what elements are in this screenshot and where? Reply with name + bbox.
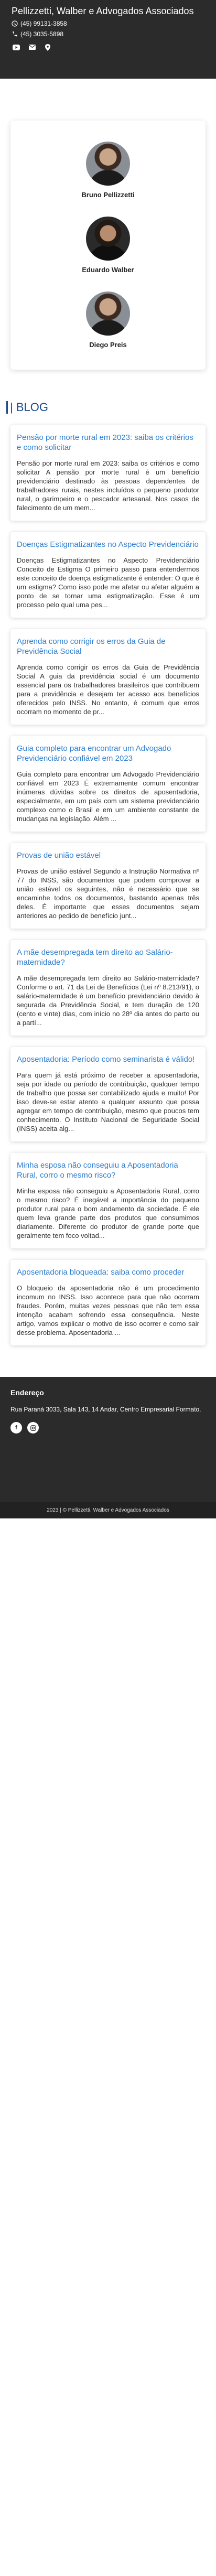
post-title-link[interactable]: Aposentadoria bloqueada: saiba como proc… — [17, 1267, 199, 1277]
phone2-contact[interactable]: (45) 3035-5898 — [12, 30, 204, 38]
blog-post-card[interactable]: Aposentadoria: Período como seminarista … — [10, 1047, 206, 1141]
blog-post-card[interactable]: Pensão por morte rural em 2023: saiba os… — [10, 425, 206, 521]
site-footer: Endereço Rua Paraná 3033, Sala 143, 14 A… — [0, 1377, 216, 1518]
phone-contact[interactable]: (45) 99131-3858 — [12, 20, 204, 27]
whatsapp-icon — [12, 20, 18, 27]
post-title-link[interactable]: A mãe desempregada tem direito ao Salári… — [17, 947, 199, 967]
post-title-link[interactable]: Aposentadoria: Período como seminarista … — [17, 1054, 199, 1064]
post-title-link[interactable]: Pensão por morte rural em 2023: saiba os… — [17, 433, 199, 452]
footer-social-links: f — [10, 1422, 206, 1433]
post-excerpt: Guia completo para encontrar um Advogado… — [17, 770, 199, 823]
brand-title[interactable]: Pellizzetti, Walber e Advogados Associad… — [12, 5, 204, 17]
team-card: Bruno Pellizzetti Eduardo Walber Diego P… — [10, 121, 206, 370]
team-member: Eduardo Walber — [10, 206, 206, 281]
member-name: Bruno Pellizzetti — [81, 191, 135, 199]
site-header: Pellizzetti, Walber e Advogados Associad… — [0, 0, 216, 79]
post-excerpt: Aprenda como corrigir os erros da Guia d… — [17, 663, 199, 716]
blog-post-card[interactable]: Provas de união estável Provas de união … — [10, 843, 206, 929]
avatar — [86, 292, 130, 336]
post-excerpt: Minha esposa não conseguiu a Aposentador… — [17, 1187, 199, 1240]
post-title-link[interactable]: Minha esposa não conseguiu a Aposentador… — [17, 1160, 199, 1180]
avatar — [86, 142, 130, 186]
post-excerpt: Para quem já está próximo de receber a a… — [17, 1071, 199, 1133]
phone-icon — [12, 31, 18, 37]
blog-post-card[interactable]: Aprenda como corrigir os erros da Guia d… — [10, 629, 206, 725]
post-title-link[interactable]: Doenças Estigmatizantes no Aspecto Previ… — [17, 540, 199, 549]
team-member: Bruno Pellizzetti — [10, 131, 206, 206]
instagram-icon[interactable] — [27, 1422, 39, 1433]
phone-number: (45) 99131-3858 — [20, 20, 67, 27]
post-title-link[interactable]: Aprenda como corrigir os erros da Guia d… — [17, 637, 199, 656]
phone2-number: (45) 3035-5898 — [20, 30, 64, 38]
blog-post-card[interactable]: Doenças Estigmatizantes no Aspecto Previ… — [10, 532, 206, 618]
youtube-icon[interactable] — [12, 42, 21, 52]
blog-post-card[interactable]: Aposentadoria bloqueada: saiba como proc… — [10, 1260, 206, 1345]
facebook-icon[interactable]: f — [10, 1422, 22, 1433]
post-title-link[interactable]: Guia completo para encontrar um Advogado… — [17, 743, 199, 763]
email-icon[interactable] — [27, 42, 37, 52]
blog-post-card[interactable]: Guia completo para encontrar um Advogado… — [10, 736, 206, 832]
blog-posts-list: Pensão por morte rural em 2023: saiba os… — [0, 425, 216, 1345]
post-excerpt: O bloqueio da aposentadoria não é um pro… — [17, 1284, 199, 1336]
blog-post-card[interactable]: Minha esposa não conseguiu a Aposentador… — [10, 1153, 206, 1248]
footer-address: Rua Paraná 3033, Sala 143, 14 Andar, Cen… — [10, 1406, 201, 1413]
footer-heading: Endereço — [10, 1388, 44, 1397]
post-excerpt: Doenças Estigmatizantes no Aspecto Previ… — [17, 556, 199, 609]
member-name: Eduardo Walber — [82, 266, 134, 274]
post-excerpt: A mãe desempregada tem direito ao Salári… — [17, 974, 199, 1027]
team-member: Diego Preis — [10, 281, 206, 356]
blog-heading: | BLOG — [6, 401, 210, 414]
location-icon[interactable] — [43, 42, 52, 52]
member-name: Diego Preis — [89, 341, 127, 349]
post-title-link[interactable]: Provas de união estável — [17, 850, 199, 860]
blog-post-card[interactable]: A mãe desempregada tem direito ao Salári… — [10, 940, 206, 1036]
post-excerpt: Pensão por morte rural em 2023: saiba os… — [17, 459, 199, 512]
header-social-links — [12, 42, 204, 52]
footer-copyright: 2023 | © Pellizzetti, Walber e Advogados… — [0, 1502, 216, 1518]
post-excerpt: Provas de união estável Segundo a Instru… — [17, 867, 199, 920]
avatar — [86, 217, 130, 261]
